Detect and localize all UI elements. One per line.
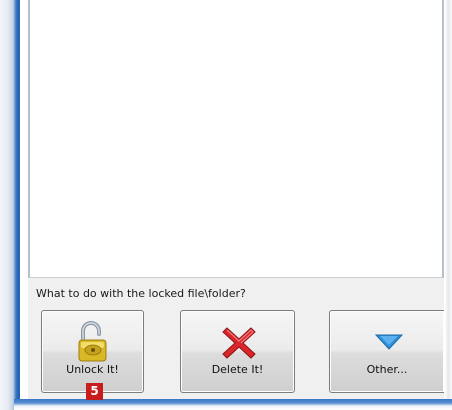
triangle-down-icon — [374, 334, 404, 350]
window-frame-left — [0, 0, 20, 410]
action-panel: What to do with the locked file\folder? … — [28, 278, 444, 399]
unlock-button-label: Unlock It! — [66, 363, 119, 376]
step-number-badge: 5 — [86, 383, 103, 400]
unlock-button[interactable]: Unlock It! — [41, 310, 144, 393]
open-padlock-icon — [78, 321, 107, 362]
other-button[interactable]: Other... — [329, 310, 444, 393]
red-x-icon — [222, 327, 256, 359]
delete-button-label: Delete It! — [211, 363, 264, 376]
window-frame-bottom — [14, 399, 452, 410]
locking-handles-list[interactable] — [28, 0, 444, 278]
other-button-label: Other... — [366, 363, 408, 376]
action-prompt: What to do with the locked file\folder? — [36, 287, 246, 300]
window-frame-right — [445, 0, 452, 410]
unlocker-dialog: What to do with the locked file\folder? … — [0, 0, 452, 410]
delete-button[interactable]: Delete It! — [180, 310, 295, 393]
